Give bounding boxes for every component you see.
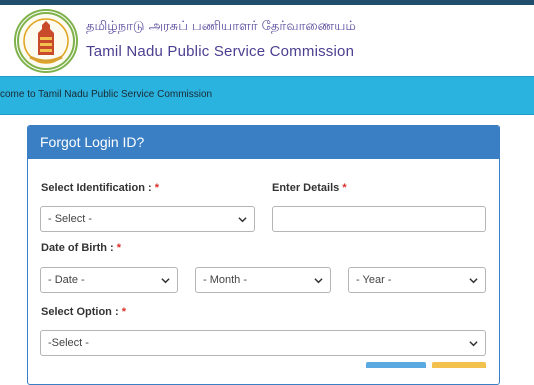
month-select-value: - Month - [203,274,248,286]
chevron-down-icon [469,278,478,284]
chevron-down-icon [314,278,323,284]
details-input[interactable] [272,206,486,232]
chevron-down-icon [161,278,170,284]
year-select-value: - Year - [356,274,392,286]
tamil-nadu-emblem-icon [14,9,78,73]
forgot-login-card: Forgot Login ID? Select Identification :… [27,125,500,385]
required-mark: * [116,242,122,254]
option-select-value: -Select - [48,337,89,349]
identification-label-text: Select Identification : [41,182,155,194]
month-select[interactable]: - Month - [195,267,331,293]
announcement-text: come to Tamil Nadu Public Service Commis… [0,89,213,100]
site-title-tamil: தமிழ்நாடு அரசுப் பணியாளர் தேர்வாணையம் [86,19,356,34]
site-header: தமிழ்நாடு அரசுப் பணியாளர் தேர்வாணையம் Ta… [0,5,534,75]
required-mark: * [342,182,347,194]
announcement-bar: come to Tamil Nadu Public Service Commis… [0,76,534,115]
dob-label: Date of Birth : * [41,242,121,254]
dob-label-text: Date of Birth : [41,242,117,254]
details-label: Enter Details * [272,182,347,194]
year-select[interactable]: - Year - [348,267,486,293]
reset-button[interactable] [432,362,486,368]
card-title: Forgot Login ID? [40,134,145,150]
option-label-text: Select Option : [41,306,122,318]
identification-select-value: - Select - [48,213,93,225]
identification-label: Select Identification : * [41,182,159,194]
required-mark: * [121,306,126,318]
date-select-value: - Date - [48,274,85,286]
chevron-down-icon [469,341,478,347]
card-header: Forgot Login ID? [28,126,499,159]
site-title-english: Tamil Nadu Public Service Commission [86,43,355,60]
option-select[interactable]: -Select - [40,330,486,356]
date-select[interactable]: - Date - [40,267,178,293]
required-mark: * [154,182,159,194]
chevron-down-icon [238,217,247,223]
submit-button[interactable] [366,362,426,368]
option-label: Select Option : * [41,306,126,318]
details-label-text: Enter Details [272,182,343,194]
identification-select[interactable]: - Select - [40,206,255,232]
